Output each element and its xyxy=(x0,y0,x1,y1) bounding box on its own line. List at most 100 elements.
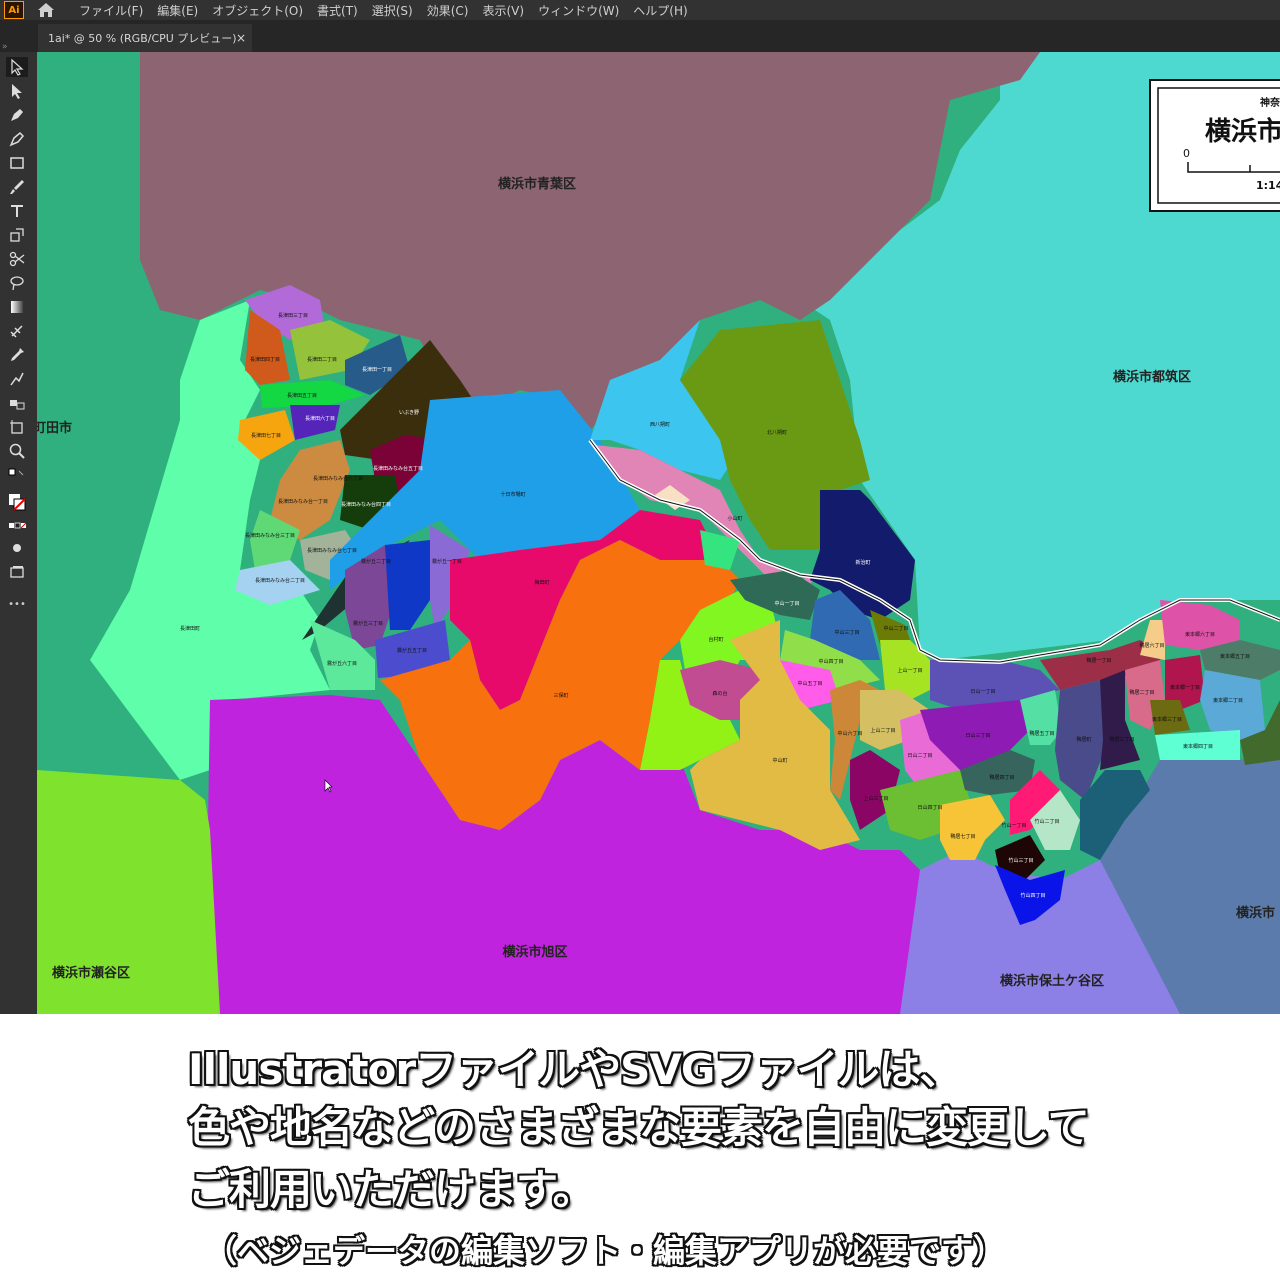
menu-type[interactable]: 書式(T) xyxy=(310,2,365,19)
label-kamo: 森の台 xyxy=(712,690,727,697)
label-nagatsuta2: 長津田二丁目 xyxy=(307,356,337,363)
label-kamoi5: 鴨居五丁目 xyxy=(1029,730,1054,737)
pen-tool-icon[interactable] xyxy=(6,105,28,125)
selection-tool-icon[interactable] xyxy=(6,57,28,77)
artboard-canvas[interactable]: 横浜市青葉区 横浜市都筑区 町田市 横浜市瀬谷区 横浜市旭区 横浜市保土ケ谷区 … xyxy=(37,52,1280,1014)
label-minami5: 長津田みなみ台五丁目 xyxy=(373,465,423,472)
rectangle-tool-icon[interactable] xyxy=(6,153,28,173)
label-kamoi7: 鴨居七丁目 xyxy=(950,833,975,840)
curvature-tool-icon[interactable] xyxy=(6,129,28,149)
caption-line-1: IllustratorファイルやSVGファイルは、 xyxy=(188,1045,961,1094)
label-tainaka: 台村町 xyxy=(708,636,723,643)
menu-effect[interactable]: 効果(C) xyxy=(420,2,476,19)
label-nakayama4: 中山四丁目 xyxy=(818,658,843,665)
label-kirigaoka2: 霧が丘二丁目 xyxy=(361,558,391,565)
menu-file[interactable]: ファイル(F) xyxy=(72,2,150,19)
label-koyama: 小山町 xyxy=(727,515,742,522)
menu-select[interactable]: 選択(S) xyxy=(365,2,420,19)
menu-bar: Ai ファイル(F) 編集(E) オブジェクト(O) 書式(T) 選択(S) 効… xyxy=(0,0,1280,20)
label-kamiyama1: 上山一丁目 xyxy=(897,667,922,674)
label-seya: 横浜市瀬谷区 xyxy=(52,965,130,981)
direct-selection-tool-icon[interactable] xyxy=(6,81,28,101)
menu-object[interactable]: オブジェクト(O) xyxy=(205,2,310,19)
label-iibuki: いぶき野 xyxy=(399,409,419,416)
label-nakayama1: 中山一丁目 xyxy=(774,600,799,607)
type-tool-icon[interactable] xyxy=(6,201,28,221)
lasso-tool-icon[interactable] xyxy=(6,273,28,293)
zoom-tool-icon[interactable] xyxy=(6,441,28,461)
label-kamoi4: 鴨居四丁目 xyxy=(989,774,1014,781)
label-hiyama2: 日山二丁目 xyxy=(907,752,932,759)
label-takeyama2: 竹山二丁目 xyxy=(1034,818,1059,825)
label-nagatsuta1: 長津田一丁目 xyxy=(362,366,392,373)
map-svg: 横浜市青葉区 横浜市都筑区 町田市 横浜市瀬谷区 横浜市旭区 横浜市保土ケ谷区 … xyxy=(37,52,1280,1014)
label-hiyama4: 日山四丁目 xyxy=(917,804,942,811)
label-nakayama5: 中山五丁目 xyxy=(797,680,822,687)
label-kamoicho: 鴨居町 xyxy=(1076,736,1091,743)
draw-mode-icon[interactable] xyxy=(6,538,28,558)
label-shinharu: 新治町 xyxy=(855,559,870,566)
label-machida: 町田市 xyxy=(37,420,72,436)
close-tab-icon[interactable]: × xyxy=(236,31,246,45)
menu-edit[interactable]: 編集(E) xyxy=(150,2,205,19)
label-aoba: 横浜市青葉区 xyxy=(498,176,576,192)
label-tokaichiba: 十日市場町 xyxy=(500,491,525,498)
label-baizuka: 梅田町 xyxy=(534,579,549,586)
label-takeyama4: 竹山四丁目 xyxy=(1020,892,1045,899)
label-kamiyama2: 上山二丁目 xyxy=(870,727,895,734)
app-logo: Ai xyxy=(4,1,24,19)
label-nishihassaku: 西八朔町 xyxy=(650,421,670,428)
panel-grip-icon[interactable]: » xyxy=(2,42,8,52)
screen-mode-icon[interactable] xyxy=(6,562,28,582)
menu-help[interactable]: ヘルプ(H) xyxy=(626,2,694,19)
color-mode-icon[interactable] xyxy=(6,517,28,537)
gradient-tool-icon[interactable] xyxy=(6,297,28,317)
label-nakayama: 中山町 xyxy=(772,757,787,764)
menu-view[interactable]: 表示(V) xyxy=(475,2,531,19)
label-higashihongo3: 東本郷三丁目 xyxy=(1152,716,1182,723)
label-minami3: 長津田みなみ台三丁目 xyxy=(245,532,295,539)
document-tab[interactable]: 1ai* @ 50 % (RGB/CPU プレビュー) × xyxy=(38,24,252,52)
label-kamoi1: 鴨居一丁目 xyxy=(1086,657,1111,664)
label-miho: 三保町 xyxy=(553,692,568,699)
more-tools-icon[interactable]: ••• xyxy=(6,594,28,614)
label-nagatsuta5: 長津田五丁目 xyxy=(287,392,317,399)
caption-line-3: ご利用いただけます。 xyxy=(188,1165,595,1214)
label-kamoi3: 鴨居三丁目 xyxy=(1109,736,1134,743)
symbol-tool-icon[interactable] xyxy=(6,393,28,413)
artboard-tool-icon[interactable] xyxy=(6,417,28,437)
scissors-tool-icon[interactable] xyxy=(6,249,28,269)
label-kamiyama3: 上山三丁目 xyxy=(863,795,888,802)
map-legend[interactable]: 神奈 横浜市 0 1:14 xyxy=(1149,79,1280,212)
label-higashihongo1: 東本郷一丁目 xyxy=(1170,684,1200,691)
label-kirigaoka1: 霧が丘一丁目 xyxy=(432,558,462,565)
legend-scale-ratio: 1:14 xyxy=(1256,179,1280,192)
document-tab-title: 1ai* @ 50 % (RGB/CPU プレビュー) xyxy=(48,32,237,45)
legend-city: 横浜市 xyxy=(1205,116,1280,147)
paintbrush-tool-icon[interactable] xyxy=(6,177,28,197)
label-kirigaoka6: 霧が丘六丁目 xyxy=(327,660,357,667)
label-minami7: 長津田みなみ台七丁目 xyxy=(307,547,357,554)
label-nakayama2: 中山二丁目 xyxy=(883,625,908,632)
label-higashihongo5: 東本郷五丁目 xyxy=(1220,653,1250,660)
label-asahi: 横浜市旭区 xyxy=(502,944,567,960)
label-hiyama3: 日山三丁目 xyxy=(965,732,990,739)
swap-colors-icon[interactable] xyxy=(6,467,28,487)
caption-line-2: 色や地名などのさまざまな要素を自由に変更して xyxy=(188,1103,1090,1152)
label-nakayama3: 中山三丁目 xyxy=(834,629,859,636)
label-kitahassaku: 北八朔町 xyxy=(767,429,787,436)
blend-tool-icon[interactable] xyxy=(6,369,28,389)
eyedropper-tool-icon[interactable] xyxy=(6,345,28,365)
label-minami1: 長津田みなみ台一丁目 xyxy=(278,498,328,505)
label-minami6: 長津田みなみ台六丁目 xyxy=(313,475,363,482)
label-kamoi6: 鴨居六丁目 xyxy=(1139,642,1164,649)
label-higashihongo4: 東本郷四丁目 xyxy=(1183,743,1213,750)
label-minami2: 長津田みなみ台二丁目 xyxy=(255,577,305,584)
label-higashihongo2: 東本郷二丁目 xyxy=(1213,697,1243,704)
label-tsuzuki: 横浜市都筑区 xyxy=(1113,369,1191,385)
scale-tool-icon[interactable] xyxy=(6,225,28,245)
home-icon[interactable] xyxy=(34,1,58,19)
fill-stroke-swatch-icon[interactable] xyxy=(6,492,28,512)
menu-window[interactable]: ウィンドウ(W) xyxy=(531,2,626,19)
mesh-tool-icon[interactable] xyxy=(6,321,28,341)
